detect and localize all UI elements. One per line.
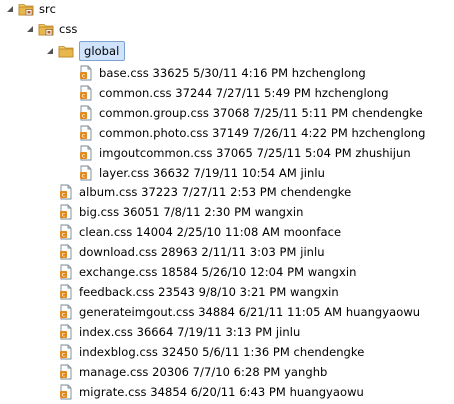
svg-text:c: c	[62, 311, 66, 319]
svg-text:c: c	[62, 251, 66, 259]
svg-text:c: c	[62, 331, 66, 339]
file-label: manage.css 20306 7/7/10 6:28 PM yanghb	[79, 365, 328, 379]
expand-arrow-icon[interactable]	[4, 0, 16, 19]
file-label: common.photo.css 37149 7/26/11 4:22 PM h…	[99, 126, 426, 140]
svg-text:c: c	[62, 211, 66, 219]
file-label: indexblog.css 32450 5/6/11 1:36 PM chend…	[79, 345, 365, 359]
tree-file-row[interactable]: c download.css 28963 2/11/11 3:03 PM jin…	[58, 242, 325, 262]
css-file-icon: c	[58, 344, 74, 360]
css-file-icon: c	[78, 165, 94, 181]
tree-file-row[interactable]: c common.css 37244 7/27/11 5:49 PM hzche…	[78, 83, 389, 103]
svg-text:c: c	[62, 371, 66, 379]
css-file-icon: c	[58, 364, 74, 380]
svg-text:c: c	[82, 132, 86, 140]
tree-file-row[interactable]: c migrate.css 34854 6/20/11 6:43 PM huan…	[58, 382, 364, 402]
tree-file-row[interactable]: c index.css 36664 7/19/11 3:13 PM jinlu	[58, 322, 300, 342]
file-label: imgoutcommon.css 37065 7/25/11 5:04 PM z…	[99, 146, 411, 160]
css-file-icon: c	[58, 184, 74, 200]
expand-arrow-icon[interactable]	[44, 41, 56, 61]
css-file-icon: c	[58, 264, 74, 280]
tree-file-row[interactable]: c exchange.css 18584 5/26/10 12:04 PM wa…	[58, 262, 356, 282]
tree-node-src[interactable]: src	[4, 0, 56, 19]
css-file-icon: c	[58, 304, 74, 320]
tree-node-css[interactable]: css	[24, 19, 77, 39]
file-label: big.css 36051 7/8/11 2:30 PM wangxin	[79, 205, 304, 219]
css-file-icon: c	[58, 224, 74, 240]
tree-file-row[interactable]: c clean.css 14004 2/25/10 11:08 AM moonf…	[58, 222, 341, 242]
svg-text:c: c	[82, 172, 86, 180]
css-file-icon: c	[58, 204, 74, 220]
svg-text:c: c	[82, 112, 86, 120]
svg-text:c: c	[82, 152, 86, 160]
svg-text:c: c	[62, 231, 66, 239]
css-file-icon: c	[78, 85, 94, 101]
package-folder-icon	[18, 1, 34, 17]
tree-file-row[interactable]: c common.photo.css 37149 7/26/11 4:22 PM…	[78, 123, 425, 143]
tree-node-label-selected: global	[79, 41, 126, 61]
svg-text:c: c	[82, 92, 86, 100]
tree-file-row[interactable]: c indexblog.css 32450 5/6/11 1:36 PM che…	[58, 342, 364, 362]
css-file-icon: c	[78, 125, 94, 141]
css-file-icon: c	[78, 145, 94, 161]
file-label: index.css 36664 7/19/11 3:13 PM jinlu	[79, 325, 301, 339]
css-file-icon: c	[58, 284, 74, 300]
tree-file-row[interactable]: c feedback.css 23543 9/8/10 3:21 PM wang…	[58, 282, 339, 302]
css-file-icon: c	[78, 65, 94, 81]
file-label: common.group.css 37068 7/25/11 5:11 PM c…	[99, 106, 423, 120]
tree-node-label: src	[39, 2, 56, 16]
file-label: feedback.css 23543 9/8/10 3:21 PM wangxi…	[79, 285, 339, 299]
css-file-icon: c	[58, 384, 74, 400]
tree-file-row[interactable]: c generateimgout.css 34884 6/21/11 11:05…	[58, 302, 420, 322]
tree-file-row[interactable]: c big.css 36051 7/8/11 2:30 PM wangxin	[58, 202, 303, 222]
svg-text:c: c	[62, 291, 66, 299]
css-file-icon: c	[78, 105, 94, 121]
svg-text:c: c	[62, 191, 66, 199]
svg-text:c: c	[62, 391, 66, 399]
css-file-icon: c	[58, 324, 74, 340]
tree-node-global[interactable]: global	[44, 41, 126, 61]
folder-icon	[58, 43, 74, 59]
svg-text:c: c	[62, 351, 66, 359]
file-label: common.css 37244 7/27/11 5:49 PM hzcheng…	[99, 86, 389, 100]
expand-arrow-icon[interactable]	[24, 19, 36, 39]
tree-file-row[interactable]: c layer.css 36632 7/19/11 10:54 AM jinlu	[78, 163, 325, 183]
tree-file-row[interactable]: c base.css 33625 5/30/11 4:16 PM hzcheng…	[78, 63, 366, 83]
tree-file-row[interactable]: c imgoutcommon.css 37065 7/25/11 5:04 PM…	[78, 143, 411, 163]
file-label: album.css 37223 7/27/11 2:53 PM chendeng…	[79, 185, 352, 199]
tree-file-row[interactable]: c album.css 37223 7/27/11 2:53 PM chende…	[58, 182, 351, 202]
file-label: generateimgout.css 34884 6/21/11 11:05 A…	[79, 305, 421, 319]
file-label: base.css 33625 5/30/11 4:16 PM hzchenglo…	[99, 66, 366, 80]
css-file-icon: c	[58, 244, 74, 260]
package-folder-icon	[38, 21, 54, 37]
file-label: clean.css 14004 2/25/10 11:08 AM moonfac…	[79, 225, 342, 239]
file-label: layer.css 36632 7/19/11 10:54 AM jinlu	[99, 166, 325, 180]
svg-text:c: c	[82, 72, 86, 80]
svg-text:c: c	[62, 271, 66, 279]
file-label: download.css 28963 2/11/11 3:03 PM jinlu	[79, 245, 325, 259]
package-explorer-tree: src css global c base.css 33625 5/30/11 …	[0, 0, 454, 404]
file-label: exchange.css 18584 5/26/10 12:04 PM wang…	[79, 265, 357, 279]
tree-file-row[interactable]: c common.group.css 37068 7/25/11 5:11 PM…	[78, 103, 423, 123]
tree-file-row[interactable]: c manage.css 20306 7/7/10 6:28 PM yanghb	[58, 362, 327, 382]
tree-node-label: css	[59, 22, 78, 36]
file-label: migrate.css 34854 6/20/11 6:43 PM huangy…	[79, 385, 364, 399]
